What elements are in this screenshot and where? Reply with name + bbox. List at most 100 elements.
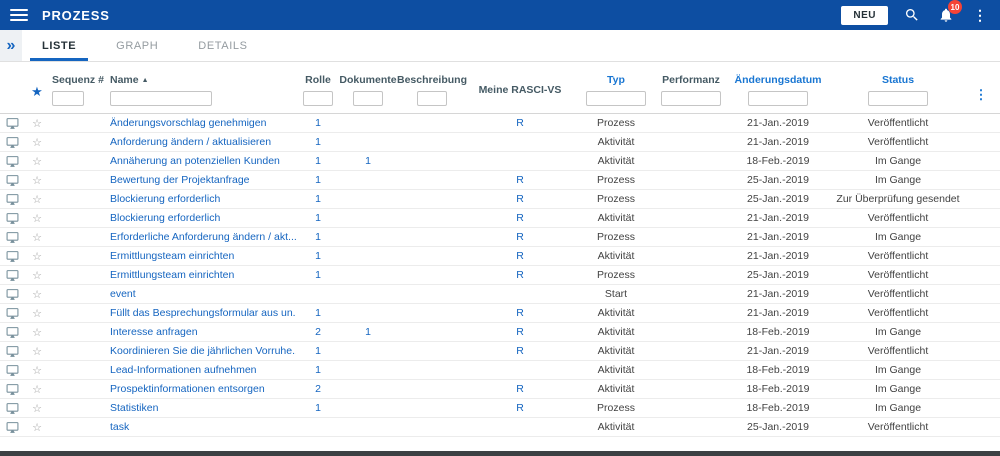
cell-rolle[interactable]: 1	[296, 212, 340, 224]
open-in-viewer-icon[interactable]	[0, 364, 24, 377]
favorite-star-icon[interactable]: ☆	[24, 155, 50, 168]
table-row[interactable]: ☆ Interesse anfragen 2 1 R Aktivität 18-…	[0, 323, 1000, 342]
open-in-viewer-icon[interactable]	[0, 402, 24, 415]
open-in-viewer-icon[interactable]	[0, 174, 24, 187]
favorite-star-icon[interactable]: ☆	[24, 326, 50, 339]
cell-rolle[interactable]: 2	[296, 326, 340, 338]
cell-name-link[interactable]: Annäherung an potenziellen Kunden	[108, 155, 296, 167]
cell-name-link[interactable]: Ermittlungsteam einrichten	[108, 269, 296, 281]
open-in-viewer-icon[interactable]	[0, 288, 24, 301]
open-in-viewer-icon[interactable]	[0, 212, 24, 225]
cell-name-link[interactable]: Blockierung erforderlich	[108, 193, 296, 205]
open-in-viewer-icon[interactable]	[0, 136, 24, 149]
open-in-viewer-icon[interactable]	[0, 193, 24, 206]
table-row[interactable]: ☆ Ermittlungsteam einrichten 1 R Aktivit…	[0, 247, 1000, 266]
cell-rolle[interactable]: 1	[296, 117, 340, 129]
favorite-star-icon[interactable]: ☆	[24, 402, 50, 415]
table-row[interactable]: ☆ event Start 21-Jan.-2019 Veröffentlich…	[0, 285, 1000, 304]
cell-rolle[interactable]: 1	[296, 402, 340, 414]
favorite-star-icon[interactable]: ☆	[24, 269, 50, 282]
table-row[interactable]: ☆ Anforderung ändern / aktualisieren 1 A…	[0, 133, 1000, 152]
cell-rolle[interactable]: 1	[296, 231, 340, 243]
notifications-bell-icon[interactable]: 10	[936, 0, 962, 25]
table-row[interactable]: ☆ Koordinieren Sie die jährlichen Vorruh…	[0, 342, 1000, 361]
table-row[interactable]: ☆ Ermittlungsteam einrichten 1 R Prozess…	[0, 266, 1000, 285]
favorite-star-icon[interactable]: ☆	[24, 174, 50, 187]
cell-rolle[interactable]: 1	[296, 269, 340, 281]
open-in-viewer-icon[interactable]	[0, 421, 24, 434]
table-row[interactable]: ☆ Annäherung an potenziellen Kunden 1 1 …	[0, 152, 1000, 171]
favorite-star-icon[interactable]: ☆	[24, 288, 50, 301]
expand-panel-icon[interactable]: »	[0, 30, 22, 61]
cell-rolle[interactable]: 1	[296, 307, 340, 319]
cell-rolle[interactable]: 1	[296, 155, 340, 167]
filter-input-aenderungsdatum[interactable]	[748, 91, 808, 106]
favorite-star-icon[interactable]: ☆	[24, 364, 50, 377]
open-in-viewer-icon[interactable]	[0, 117, 24, 130]
cell-rolle[interactable]: 1	[296, 364, 340, 376]
column-settings-icon[interactable]: ⋮	[962, 87, 1000, 113]
cell-dokumente[interactable]: 1	[340, 326, 396, 338]
open-in-viewer-icon[interactable]	[0, 307, 24, 320]
table-row[interactable]: ☆ task Aktivität 25-Jan.-2019 Veröffentl…	[0, 418, 1000, 437]
cell-rolle[interactable]: 2	[296, 383, 340, 395]
filter-input-rolle[interactable]	[303, 91, 333, 106]
table-row[interactable]: ☆ Änderungsvorschlag genehmigen 1 R Proz…	[0, 114, 1000, 133]
cell-name-link[interactable]: event	[108, 288, 296, 300]
open-in-viewer-icon[interactable]	[0, 345, 24, 358]
tab-details[interactable]: DETAILS	[178, 30, 267, 61]
cell-rolle[interactable]: 1	[296, 174, 340, 186]
favorite-star-icon[interactable]: ☆	[24, 136, 50, 149]
table-row[interactable]: ☆ Statistiken 1 R Prozess 18-Feb.-2019 I…	[0, 399, 1000, 418]
table-row[interactable]: ☆ Füllt das Besprechungsformular aus un.…	[0, 304, 1000, 323]
tab-graph[interactable]: GRAPH	[96, 30, 178, 61]
filter-input-dokumente[interactable]	[353, 91, 383, 106]
favorite-star-icon[interactable]: ☆	[24, 383, 50, 396]
cell-rolle[interactable]: 1	[296, 193, 340, 205]
neu-button[interactable]: NEU	[841, 5, 888, 25]
favorite-star-icon[interactable]: ☆	[24, 307, 50, 320]
table-row[interactable]: ☆ Bewertung der Projektanfrage 1 R Proze…	[0, 171, 1000, 190]
favorite-star-icon[interactable]: ☆	[24, 231, 50, 244]
cell-rolle[interactable]: 1	[296, 345, 340, 357]
cell-name-link[interactable]: Änderungsvorschlag genehmigen	[108, 117, 296, 129]
filter-input-beschreibung[interactable]	[417, 91, 447, 106]
favorite-star-icon[interactable]: ☆	[24, 421, 50, 434]
search-icon[interactable]	[902, 5, 922, 25]
menu-icon[interactable]	[10, 9, 28, 21]
filter-input-name[interactable]	[110, 91, 212, 106]
open-in-viewer-icon[interactable]	[0, 269, 24, 282]
cell-dokumente[interactable]: 1	[340, 155, 396, 167]
favorite-star-icon[interactable]: ☆	[24, 250, 50, 263]
cell-rolle[interactable]: 1	[296, 136, 340, 148]
cell-name-link[interactable]: Interesse anfragen	[108, 326, 296, 338]
cell-name-link[interactable]: Erforderliche Anforderung ändern / akt..…	[108, 231, 296, 243]
open-in-viewer-icon[interactable]	[0, 155, 24, 168]
cell-name-link[interactable]: Koordinieren Sie die jährlichen Vorruhe.…	[108, 345, 296, 357]
filter-input-performanz[interactable]	[661, 91, 721, 106]
favorites-filter-star-icon[interactable]: ★	[31, 83, 43, 98]
cell-name-link[interactable]: task	[108, 421, 296, 433]
favorite-star-icon[interactable]: ☆	[24, 193, 50, 206]
cell-name-link[interactable]: Lead-Informationen aufnehmen	[108, 364, 296, 376]
cell-name-link[interactable]: Bewertung der Projektanfrage	[108, 174, 296, 186]
tab-liste[interactable]: LISTE	[22, 30, 96, 61]
open-in-viewer-icon[interactable]	[0, 231, 24, 244]
favorite-star-icon[interactable]: ☆	[24, 117, 50, 130]
cell-name-link[interactable]: Ermittlungsteam einrichten	[108, 250, 296, 262]
more-options-icon[interactable]: ⋮	[970, 5, 990, 25]
cell-rolle[interactable]: 1	[296, 250, 340, 262]
open-in-viewer-icon[interactable]	[0, 383, 24, 396]
table-row[interactable]: ☆ Lead-Informationen aufnehmen 1 Aktivit…	[0, 361, 1000, 380]
cell-name-link[interactable]: Statistiken	[108, 402, 296, 414]
favorite-star-icon[interactable]: ☆	[24, 212, 50, 225]
table-row[interactable]: ☆ Blockierung erforderlich 1 R Prozess 2…	[0, 190, 1000, 209]
cell-name-link[interactable]: Anforderung ändern / aktualisieren	[108, 136, 296, 148]
filter-input-status[interactable]	[868, 91, 928, 106]
table-row[interactable]: ☆ Blockierung erforderlich 1 R Aktivität…	[0, 209, 1000, 228]
open-in-viewer-icon[interactable]	[0, 326, 24, 339]
filter-input-typ[interactable]	[586, 91, 646, 106]
table-row[interactable]: ☆ Prospektinformationen entsorgen 2 R Ak…	[0, 380, 1000, 399]
favorite-star-icon[interactable]: ☆	[24, 345, 50, 358]
filter-input-sequenz[interactable]	[52, 91, 84, 106]
